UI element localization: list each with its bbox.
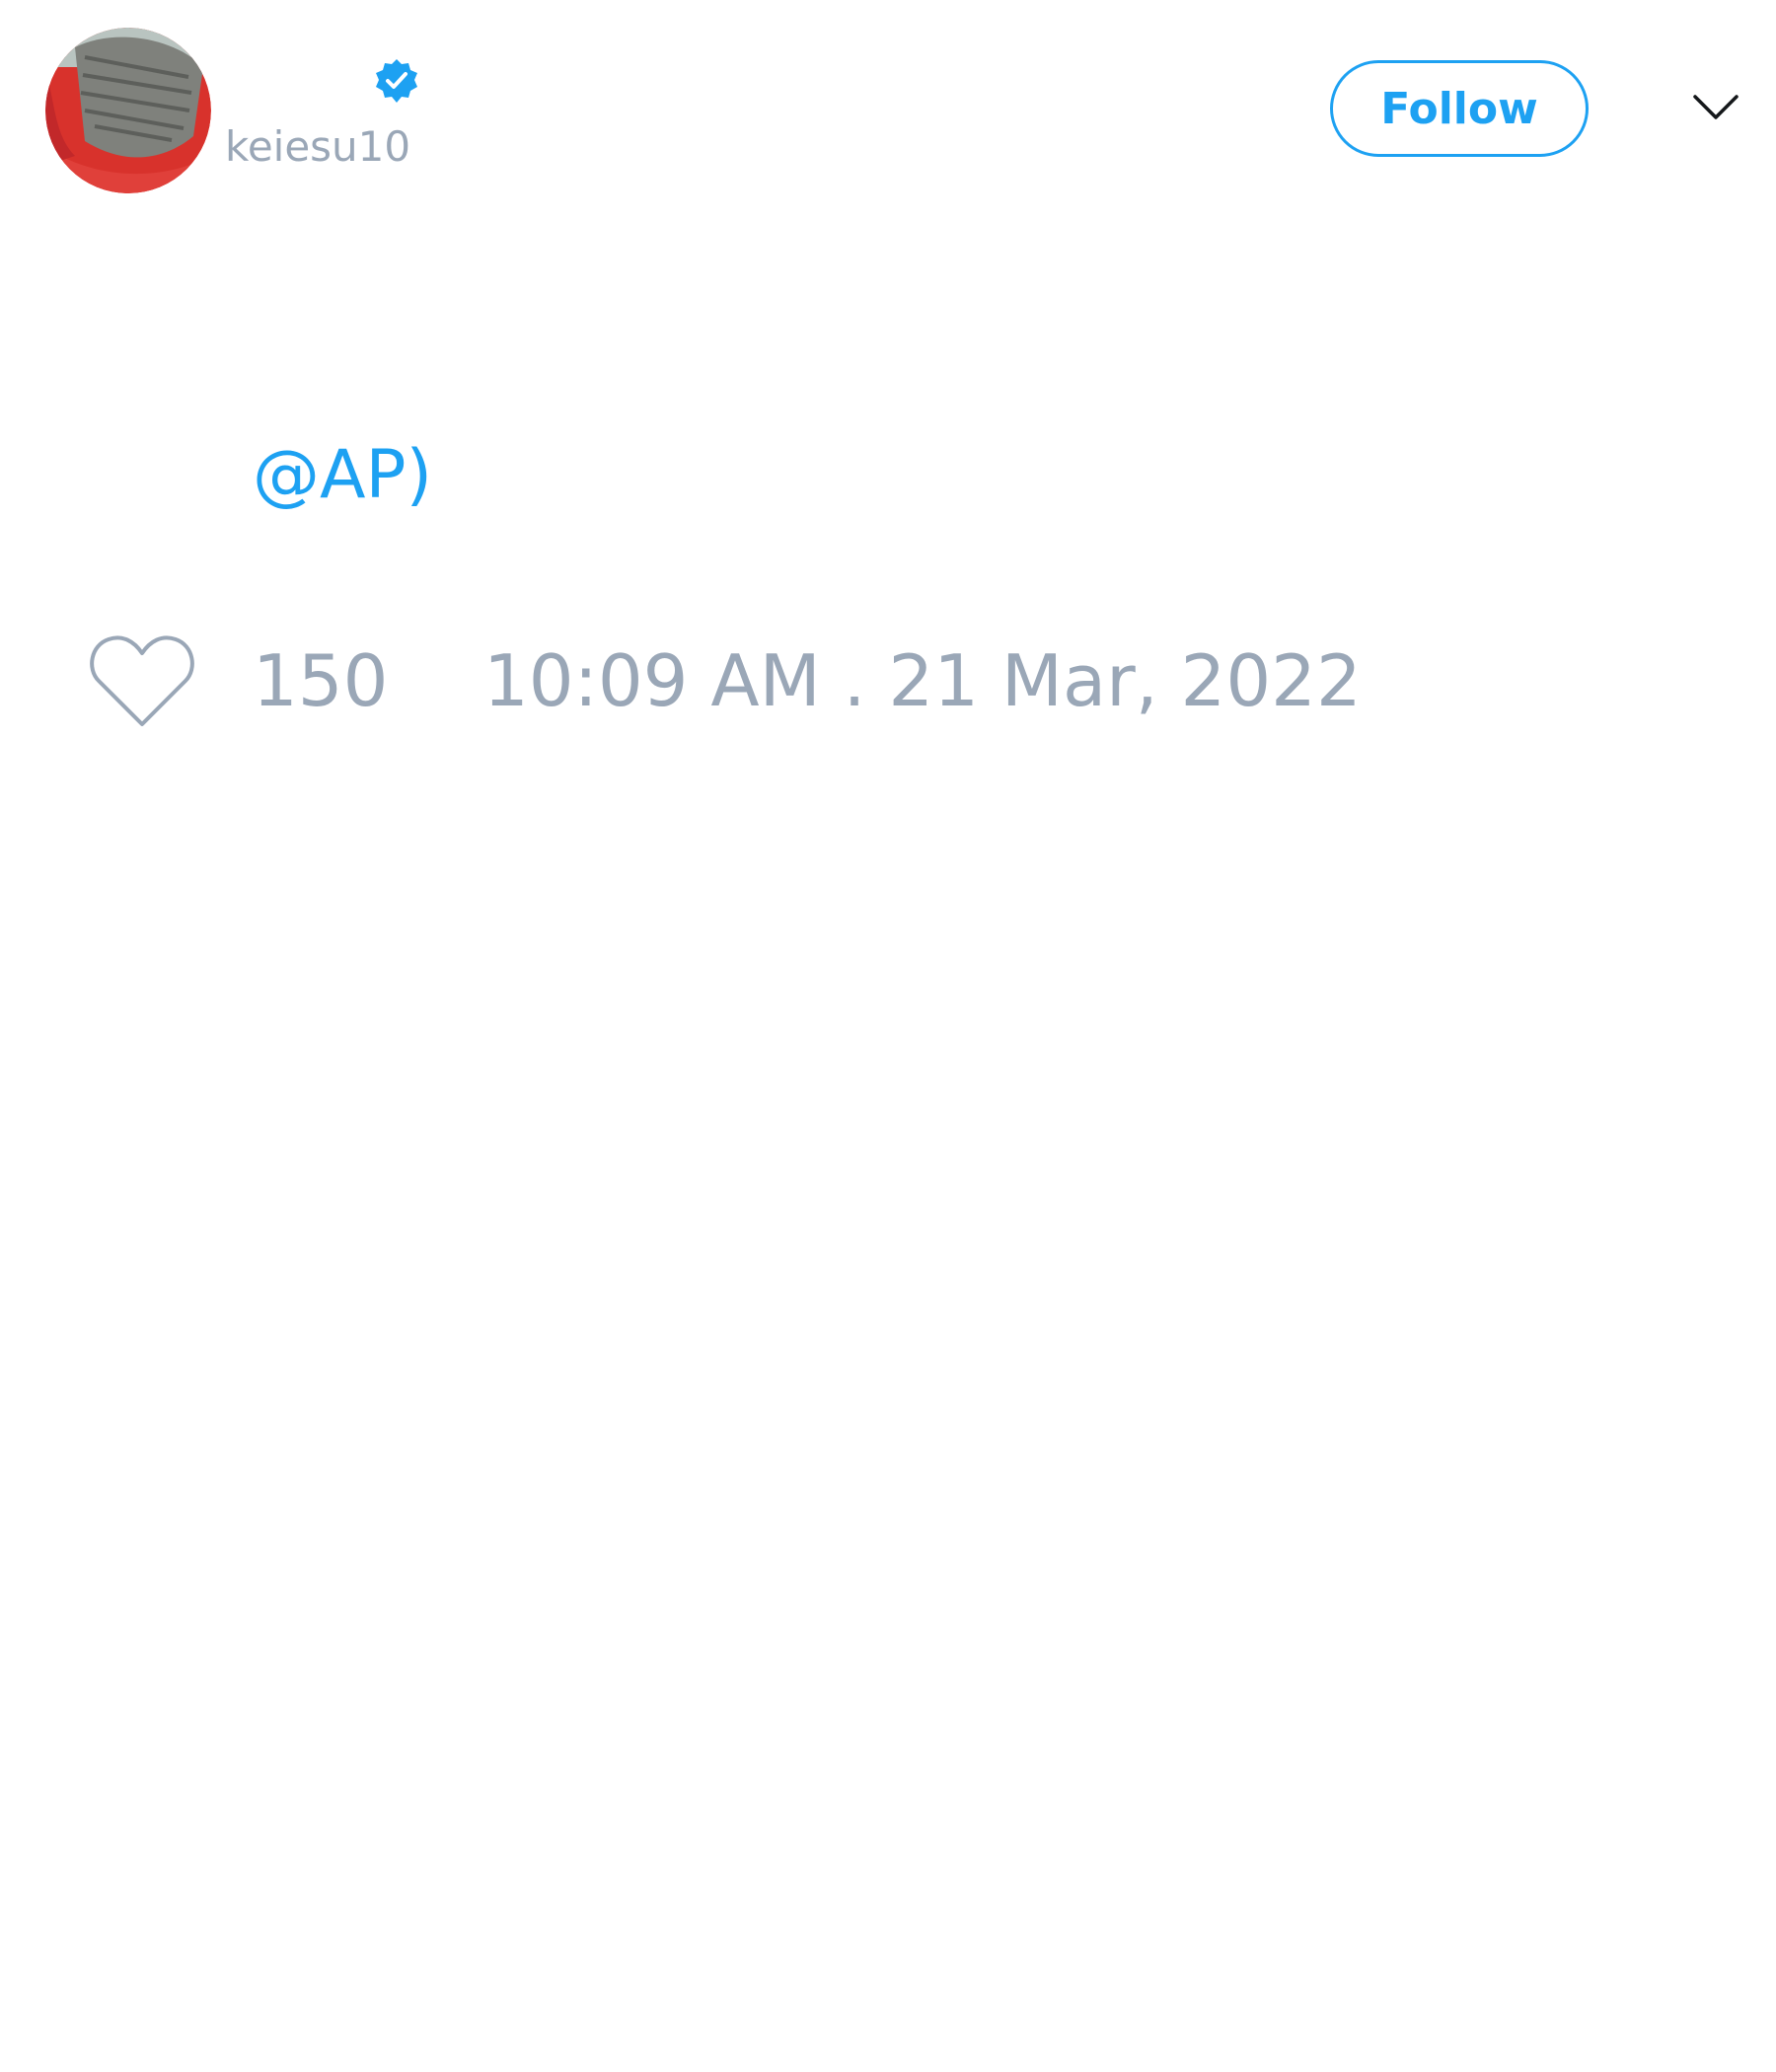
tweet-text: @AP) (253, 442, 432, 509)
like-count: 150 (253, 639, 389, 722)
mention-link[interactable]: @AP) (253, 436, 432, 514)
avatar-image (45, 28, 211, 193)
heart-icon[interactable] (89, 633, 195, 730)
avatar[interactable] (45, 28, 211, 193)
author-handle[interactable]: keiesu10 (225, 126, 410, 168)
timestamp[interactable]: 10:09 AM . 21 Mar, 2022 (483, 645, 1362, 716)
chevron-down-icon[interactable] (1693, 93, 1739, 122)
follow-button[interactable]: Follow (1330, 60, 1589, 157)
verified-badge-icon (373, 57, 420, 105)
tweet-card: keiesu10 Follow @AP) 150 10:09 AM . 21 M… (0, 0, 1776, 2072)
